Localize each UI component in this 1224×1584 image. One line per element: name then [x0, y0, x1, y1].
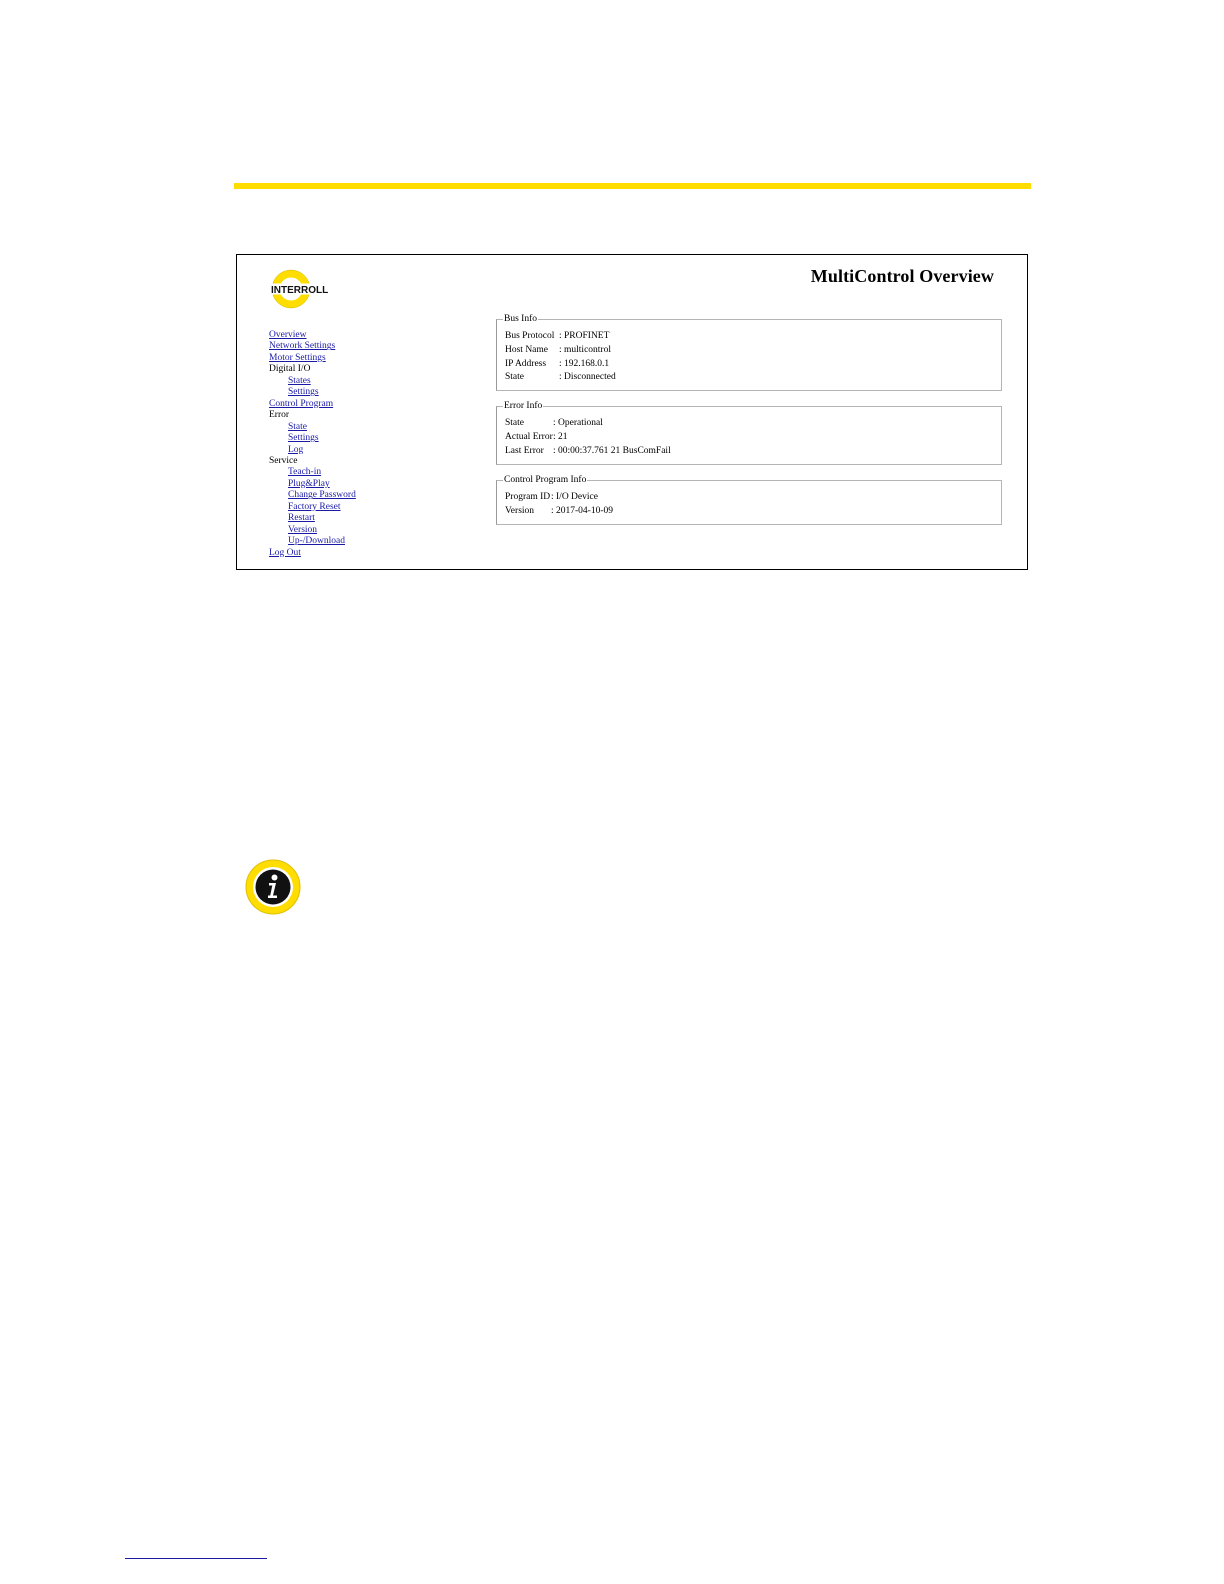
row-value: : 00:00:37.761 21 BusComFail [553, 445, 671, 456]
ip-address-row: IP Address : 192.168.0.1 [505, 358, 616, 372]
nav-factory-reset[interactable]: Factory Reset [269, 502, 356, 513]
nav-digital-io-label: Digital I/O [269, 364, 311, 375]
last-error-row: Last Error : 00:00:37.761 21 BusComFail [505, 445, 671, 459]
row-key: Program ID [505, 492, 551, 502]
nav-motor-settings[interactable]: Motor Settings [269, 353, 356, 364]
row-value: : PROFINET [559, 331, 610, 341]
row-value: : Disconnected [559, 372, 616, 383]
info-icon [244, 858, 302, 916]
nav-version[interactable]: Version [269, 525, 356, 536]
nav-error-settings[interactable]: Settings [269, 433, 356, 444]
row-key: IP Address [505, 358, 547, 369]
yellow-header-bar [234, 183, 1031, 189]
nav-log-out[interactable]: Log Out [269, 548, 356, 559]
row-value: : I/O Device [551, 492, 598, 502]
web-ui-screenshot: INTERROLL MultiControl Overview Overview… [236, 254, 1028, 570]
program-id-row: Program ID: I/O Device [505, 491, 613, 505]
footnote-separator [125, 1558, 267, 1559]
control-program-info-panel: Control Program Info Program ID: I/O Dev… [496, 474, 1002, 525]
actual-error-row: Actual Error: 21 [505, 431, 671, 445]
nav-change-password[interactable]: Change Password [269, 490, 356, 501]
nav-service-label: Service [269, 455, 298, 466]
bus-state-row: State : Disconnected [505, 371, 616, 385]
bus-protocol-row: Bus Protocol : PROFINET [505, 330, 616, 344]
nav-overview[interactable]: Overview [269, 330, 356, 341]
nav-teach-in[interactable]: Teach-in [269, 467, 356, 478]
row-key: Bus Protocol [505, 331, 555, 341]
nav-restart[interactable]: Restart [269, 513, 356, 524]
bus-info-panel: Bus Info Bus Protocol : PROFINET Host Nam… [496, 313, 1002, 391]
row-key: Host Name [505, 344, 549, 355]
row-value: : 2017-04-10-09 [551, 505, 614, 516]
nav-error-label: Error [269, 410, 290, 421]
row-value: : Operational [553, 418, 603, 428]
nav-error-log[interactable]: Log [269, 445, 356, 456]
nav-digital-io-states[interactable]: States [269, 376, 356, 387]
page-title: MultiControl Overview [810, 266, 994, 286]
logo-text: INTERROLL [271, 285, 328, 296]
program-version-row: Version : 2017-04-10-09 [505, 505, 613, 519]
row-key: Last Error [505, 445, 544, 456]
nav-plug-and-play[interactable]: Plug&Play [269, 479, 356, 490]
nav-digital-io-settings[interactable]: Settings [269, 387, 356, 398]
row-key: State [505, 372, 524, 383]
row-key: Version [505, 505, 535, 516]
row-value: : multicontrol [559, 344, 611, 355]
control-program-info-legend: Control Program Info [503, 474, 588, 486]
nav-up-download[interactable]: Up-/Download [269, 536, 356, 547]
row-key: State [505, 418, 524, 428]
error-info-panel: Error Info State : Operational Actual Err… [496, 400, 1002, 465]
row-key: Actual Error [505, 431, 553, 442]
nav-error-state[interactable]: State [269, 422, 356, 433]
bus-info-legend: Bus Info [503, 313, 538, 325]
interroll-logo-icon: INTERROLL [268, 265, 340, 313]
nav-network-settings[interactable]: Network Settings [269, 341, 356, 352]
row-value: : 192.168.0.1 [559, 358, 610, 369]
nav-control-program[interactable]: Control Program [269, 399, 356, 410]
sidebar-nav: Overview Network Settings Motor Settings… [269, 330, 356, 559]
error-state-row: State : Operational [505, 417, 671, 431]
row-value: : 21 [553, 431, 568, 442]
error-info-legend: Error Info [503, 400, 544, 412]
host-name-row: Host Name : multicontrol [505, 344, 616, 358]
